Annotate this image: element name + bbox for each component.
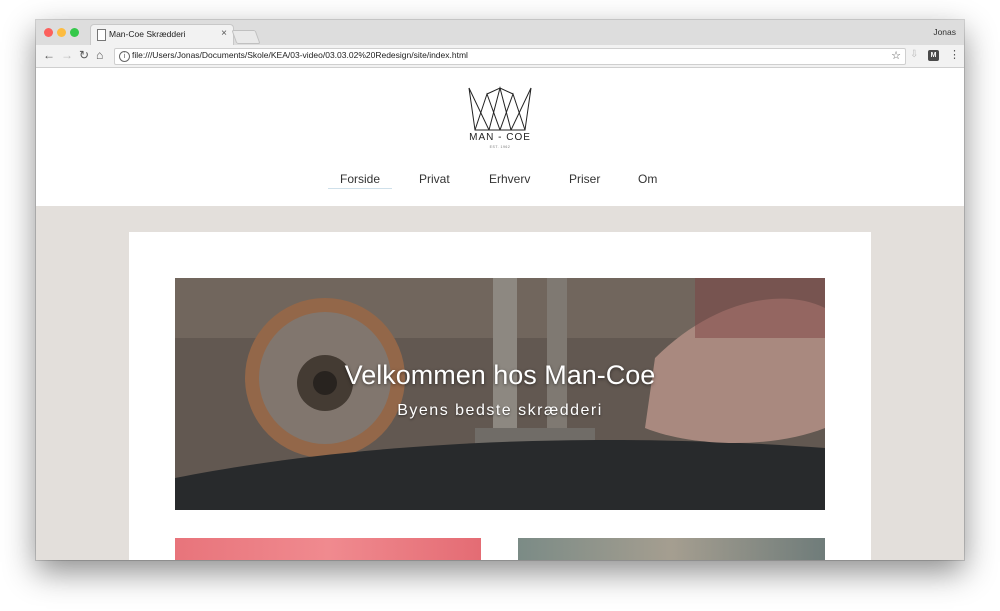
- content-area: Velkommen hos Man-Coe Byens bedste skræd…: [36, 206, 964, 560]
- new-tab-button[interactable]: [231, 30, 261, 44]
- hero-banner: Velkommen hos Man-Coe Byens bedste skræd…: [175, 278, 825, 510]
- nav-erhverv[interactable]: Erhverv: [489, 172, 530, 186]
- extension-icon[interactable]: ⇩: [910, 49, 918, 60]
- minimize-window-button[interactable]: [57, 28, 66, 37]
- nav-priser[interactable]: Priser: [569, 172, 600, 186]
- content-card: Velkommen hos Man-Coe Byens bedste skræd…: [129, 232, 871, 560]
- crown-logo[interactable]: MAN - COE EST. 1962: [465, 86, 535, 152]
- back-icon[interactable]: ←: [43, 48, 55, 62]
- hero-title: Velkommen hos Man-Coe: [344, 360, 656, 390]
- reload-icon[interactable]: ↻: [79, 48, 89, 62]
- extension-m-icon[interactable]: M: [928, 50, 939, 61]
- browser-window: Man-Coe Skrædderi × Jonas ← → ↻ ⌂ i file…: [36, 20, 964, 560]
- feature-image-right[interactable]: [518, 538, 825, 560]
- feature-image-left[interactable]: [175, 538, 481, 560]
- crown-icon: [468, 86, 532, 131]
- tab-title: Man-Coe Skrædderi: [109, 29, 186, 39]
- nav-forside[interactable]: Forside: [327, 172, 393, 189]
- logo-subtext: EST. 1962: [489, 145, 511, 149]
- profile-name[interactable]: Jonas: [933, 27, 956, 37]
- close-window-button[interactable]: [44, 28, 53, 37]
- address-bar[interactable]: i file:///Users/Jonas/Documents/Skole/KE…: [114, 48, 906, 65]
- browser-menu-icon[interactable]: ⋮: [949, 48, 960, 61]
- browser-tab[interactable]: Man-Coe Skrædderi ×: [90, 24, 234, 46]
- url-text[interactable]: file:///Users/Jonas/Documents/Skole/KEA/…: [132, 50, 468, 60]
- nav-om[interactable]: Om: [638, 172, 657, 186]
- close-tab-icon[interactable]: ×: [221, 28, 227, 39]
- forward-icon[interactable]: →: [61, 48, 73, 62]
- site-header: MAN - COE EST. 1962 Forside Privat Erhve…: [36, 68, 964, 206]
- logo-text: MAN - COE: [469, 132, 531, 143]
- page-viewport: MAN - COE EST. 1962 Forside Privat Erhve…: [36, 68, 964, 560]
- hero-overlay: [175, 278, 825, 510]
- document-icon: [97, 29, 106, 41]
- home-icon[interactable]: ⌂: [96, 48, 103, 62]
- info-icon[interactable]: i: [119, 51, 130, 62]
- maximize-window-button[interactable]: [70, 28, 79, 37]
- hero-subtitle: Byens bedste skrædderi: [397, 402, 603, 419]
- browser-toolbar: ← → ↻ ⌂ i file:///Users/Jonas/Documents/…: [36, 45, 964, 68]
- main-nav: Forside Privat Erhverv Priser Om: [36, 172, 964, 196]
- tab-bar: Man-Coe Skrædderi × Jonas: [36, 20, 964, 46]
- bookmark-star-icon[interactable]: ☆: [891, 49, 901, 62]
- nav-privat[interactable]: Privat: [419, 172, 450, 186]
